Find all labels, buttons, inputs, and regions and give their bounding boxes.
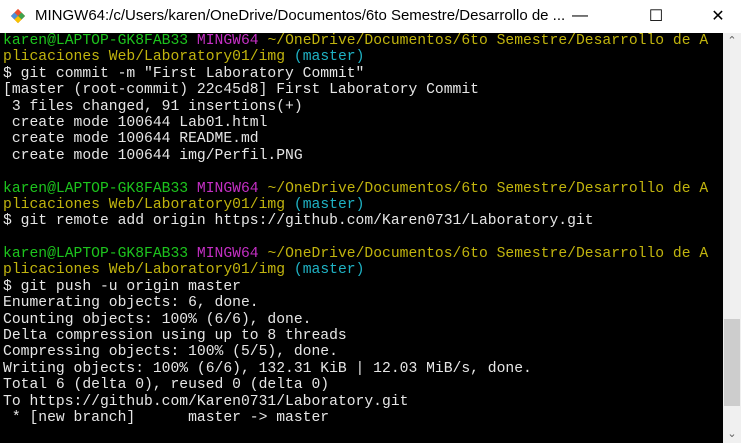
terminal-line: plicaciones Web/Laboratory01/img (master… <box>3 262 708 278</box>
terminal-text-cyan: (master) <box>293 196 365 213</box>
terminal-text-white: Delta compression using up to 8 threads <box>3 328 347 345</box>
terminal-line: Enumerating objects: 6, done. <box>3 295 708 311</box>
terminal-text-yellow: ~/OneDrive/Documentos/6to Semestre/Desar… <box>267 180 709 197</box>
terminal-text-white: $ git remote add origin https://github.c… <box>3 213 594 230</box>
terminal-text-yellow: plicaciones Web/Laboratory01/img <box>3 49 286 66</box>
terminal-text-white <box>285 49 294 65</box>
maximize-button[interactable]: ☐ <box>633 0 679 32</box>
terminal-text-white: create mode 100644 README.md <box>3 131 259 148</box>
terminal-line: karen@LAPTOP-GK8FAB33 MINGW64 ~/OneDrive… <box>3 181 708 197</box>
terminal-lines: karen@LAPTOP-GK8FAB33 MINGW64 ~/OneDrive… <box>3 33 708 426</box>
terminal-text-green: karen@LAPTOP-GK8FAB33 <box>3 180 189 197</box>
terminal-line: 3 files changed, 91 insertions(+) <box>3 99 708 115</box>
git-logo-icon <box>10 8 26 24</box>
title-bar[interactable]: MINGW64:/c/Users/karen/OneDrive/Document… <box>0 0 741 33</box>
terminal-text-green: karen@LAPTOP-GK8FAB33 <box>3 33 189 49</box>
terminal-line: Counting objects: 100% (6/6), done. <box>3 312 708 328</box>
terminal-line: plicaciones Web/Laboratory01/img (master… <box>3 49 708 65</box>
terminal-line: karen@LAPTOP-GK8FAB33 MINGW64 ~/OneDrive… <box>3 246 708 262</box>
terminal-text-white: $ git commit -m "First Laboratory Commit… <box>3 65 365 82</box>
terminal-text-white <box>188 246 197 262</box>
maximize-icon: ☐ <box>648 8 664 25</box>
terminal-line: Total 6 (delta 0), reused 0 (delta 0) <box>3 377 708 393</box>
terminal-line: * [new branch] master -> master <box>3 410 708 426</box>
minimize-button[interactable]: — <box>557 0 603 32</box>
terminal-text-yellow: ~/OneDrive/Documentos/6to Semestre/Desar… <box>267 33 709 49</box>
terminal-text-white: To https://github.com/Karen0731/Laborato… <box>3 393 409 410</box>
terminal-line: [master (root-commit) 22c45d8] First Lab… <box>3 82 708 98</box>
terminal-text-cyan: (master) <box>293 262 365 279</box>
terminal-line: Compressing objects: 100% (5/5), done. <box>3 344 708 360</box>
terminal-text-white: [master (root-commit) 22c45d8] First Lab… <box>3 82 479 99</box>
terminal-line: Writing objects: 100% (6/6), 132.31 KiB … <box>3 361 708 377</box>
terminal-text-white: 3 files changed, 91 insertions(+) <box>3 98 303 115</box>
terminal-line: karen@LAPTOP-GK8FAB33 MINGW64 ~/OneDrive… <box>3 33 708 49</box>
terminal-text-yellow: plicaciones Web/Laboratory01/img <box>3 196 286 213</box>
terminal-line: plicaciones Web/Laboratory01/img (master… <box>3 197 708 213</box>
terminal-text-white: Counting objects: 100% (6/6), done. <box>3 311 312 328</box>
terminal-text-white: Writing objects: 100% (6/6), 132.31 KiB … <box>3 360 532 377</box>
terminal-text-white: Total 6 (delta 0), reused 0 (delta 0) <box>3 377 330 394</box>
terminal-text-white: $ git push -u origin master <box>3 278 241 295</box>
scroll-up-arrow-icon[interactable]: ⌃ <box>723 33 741 50</box>
scrollbar-thumb[interactable] <box>724 318 740 406</box>
terminal-text-cyan: (master) <box>293 49 365 66</box>
terminal-text-magenta: MINGW64 <box>196 33 259 49</box>
terminal-text-white <box>188 181 197 197</box>
terminal-text-white: create mode 100644 Lab01.html <box>3 114 268 131</box>
terminal-line: Delta compression using up to 8 threads <box>3 328 708 344</box>
terminal-text-magenta: MINGW64 <box>196 180 259 197</box>
vertical-scrollbar[interactable]: ⌃ ⌄ <box>723 33 741 443</box>
terminal-text-white <box>285 197 294 213</box>
terminal-text-white: * [new branch] master -> master <box>3 409 330 426</box>
terminal-text-white: create mode 100644 img/Perfil.PNG <box>3 147 303 164</box>
terminal-text-magenta: MINGW64 <box>196 246 259 263</box>
terminal-text-yellow: plicaciones Web/Laboratory01/img <box>3 262 286 279</box>
terminal-line: $ git remote add origin https://github.c… <box>3 213 708 229</box>
terminal-text-white: Enumerating objects: 6, done. <box>3 295 259 312</box>
close-button[interactable]: ✕ <box>695 0 741 32</box>
scroll-down-arrow-icon[interactable]: ⌄ <box>723 426 741 443</box>
terminal-line: $ git commit -m "First Laboratory Commit… <box>3 66 708 82</box>
terminal-text-white: Compressing objects: 100% (5/5), done. <box>3 344 338 361</box>
terminal-line: To https://github.com/Karen0731/Laborato… <box>3 394 708 410</box>
terminal-text-white <box>285 262 294 278</box>
close-icon: ✕ <box>711 8 725 25</box>
terminal-text-yellow: ~/OneDrive/Documentos/6to Semestre/Desar… <box>267 246 709 263</box>
terminal-line: create mode 100644 img/Perfil.PNG <box>3 148 708 164</box>
window-title: MINGW64:/c/Users/karen/OneDrive/Document… <box>35 7 566 24</box>
terminal-output[interactable]: karen@LAPTOP-GK8FAB33 MINGW64 ~/OneDrive… <box>0 33 723 443</box>
terminal-text-green: karen@LAPTOP-GK8FAB33 <box>3 246 189 263</box>
terminal-text-white <box>188 33 197 49</box>
terminal-line: create mode 100644 Lab01.html <box>3 115 708 131</box>
terminal-line: create mode 100644 README.md <box>3 131 708 147</box>
terminal-line: $ git push -u origin master <box>3 279 708 295</box>
minimize-icon: — <box>572 7 588 24</box>
